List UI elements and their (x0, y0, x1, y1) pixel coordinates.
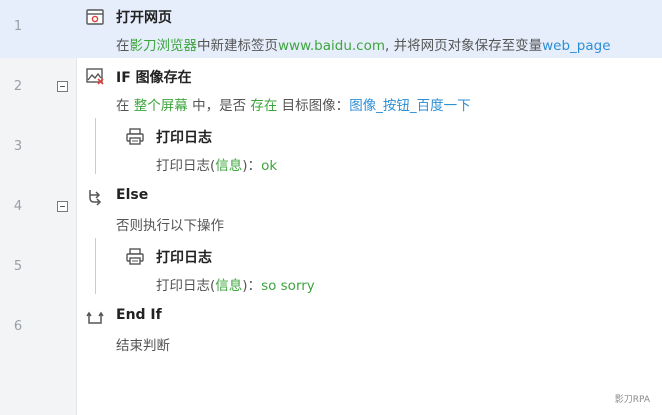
collapse-toggle-if[interactable] (57, 81, 68, 92)
line-number: 6 (13, 319, 23, 334)
line-number: 3 (13, 139, 23, 154)
line-number: 5 (13, 259, 23, 274)
end-block-icon (86, 311, 104, 324)
browser-icon (86, 9, 104, 25)
line-number: 4 (13, 199, 23, 214)
block-guide-line (95, 118, 96, 174)
step-title: 打开网页 (116, 10, 172, 26)
step-description: 在影刀浏览器中新建标签页www.baidu.com, 并将网页对象保存至变量we… (116, 38, 611, 54)
step-description: 打印日志(信息)：ok (156, 158, 278, 174)
block-guide-line (95, 238, 96, 294)
step-description: 否则执行以下操作 (116, 218, 224, 234)
printer-icon (126, 248, 144, 265)
image-exists-icon (86, 68, 104, 85)
step-title: 打印日志 (156, 250, 212, 266)
step-title: End If (116, 307, 162, 323)
step-description: 结束判断 (116, 338, 170, 354)
step-title: Else (116, 187, 149, 203)
step-title: 打印日志 (156, 130, 212, 146)
branch-icon (89, 190, 102, 206)
step-description: 在 整个屏幕 中，是否 存在 目标图像：图像_按钮_百度一下 (116, 98, 471, 114)
line-number: 2 (13, 79, 23, 94)
line-number: 1 (13, 19, 23, 34)
step-description: 打印日志(信息)：so sorry (156, 278, 315, 294)
printer-icon (126, 128, 144, 145)
collapse-toggle-else[interactable] (57, 201, 68, 212)
watermark: 影刀RPA (614, 395, 650, 405)
step-title: IF 图像存在 (116, 70, 192, 86)
